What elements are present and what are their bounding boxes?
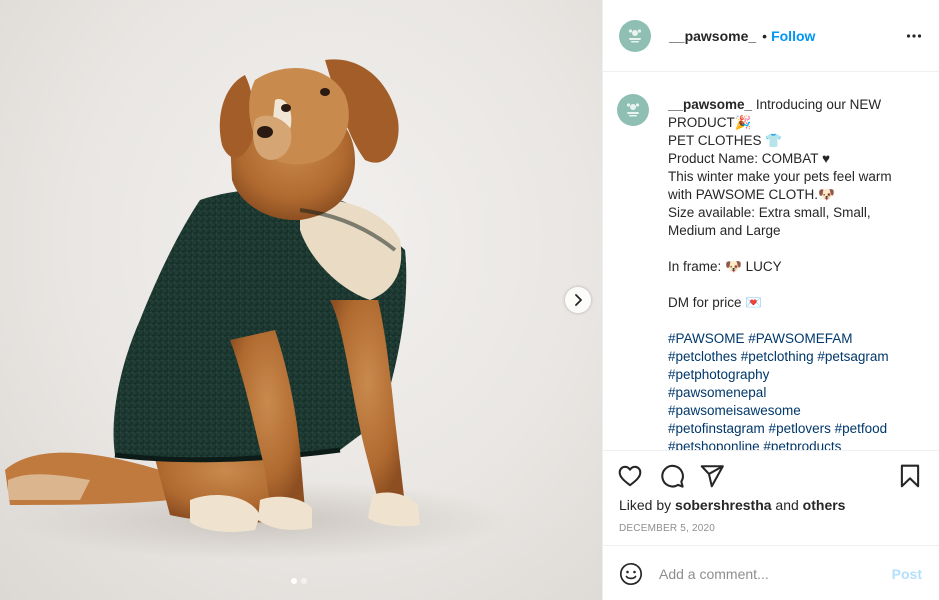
caption-line: with PAWSOME CLOTH.🐶 (668, 187, 835, 202)
likes-summary: Liked by sobershrestha and others (619, 497, 845, 513)
hashtag-line[interactable]: #petofinstagram #petlovers #petfood (668, 420, 918, 438)
post-image[interactable] (0, 0, 602, 600)
caption-line: In frame: 🐶 LUCY (668, 259, 782, 274)
caption-scroll-area[interactable]: __pawsome_ Introducing our NEW PRODUCT🎉 … (603, 72, 939, 450)
share-icon[interactable] (699, 463, 725, 489)
hashtag-line[interactable]: #pawsomenepal (668, 384, 918, 402)
pawsome-logo-icon (628, 28, 642, 42)
caption-line: DM for price 💌 (668, 295, 763, 310)
post-date[interactable]: DECEMBER 5, 2020 (619, 523, 715, 534)
likes-and: and (775, 497, 799, 513)
emoji-icon[interactable] (619, 562, 643, 586)
follow-button[interactable]: Follow (771, 28, 815, 44)
caption-line: Size available: Extra small, Small, (668, 205, 871, 220)
header-username[interactable]: __pawsome_ (669, 28, 756, 44)
carousel-dot-active (291, 578, 297, 584)
post-header: __pawsome_ • Follow (603, 0, 939, 72)
chevron-right-icon (575, 294, 582, 306)
liker-username[interactable]: sobershrestha (675, 497, 771, 513)
carousel-indicator (291, 578, 307, 584)
more-horizontal-icon[interactable] (906, 28, 922, 44)
post-actions: Liked by sobershrestha and others DECEMB… (603, 450, 939, 545)
next-slide-button[interactable] (565, 287, 591, 313)
caption-line: Product Name: COMBAT ♥ (668, 151, 831, 166)
pawsome-logo-icon (626, 103, 640, 117)
comment-input[interactable] (659, 563, 879, 585)
separator-dot: • (762, 27, 768, 44)
comment-bar: Post (603, 545, 939, 600)
caption-text: Introducing our NEW (755, 97, 882, 112)
hashtag-line[interactable]: #petclothes #petclothing #petsagram (668, 348, 918, 366)
post-comment-button[interactable]: Post (892, 566, 922, 582)
comment-icon[interactable] (659, 463, 685, 489)
likes-others-link[interactable]: others (803, 497, 846, 513)
hashtag-line[interactable]: #PAWSOME #PAWSOMEFAM (668, 330, 918, 348)
caption-line: Medium and Large (668, 223, 781, 238)
hashtag-line[interactable]: #petphotography (668, 366, 918, 384)
post-caption: __pawsome_ Introducing our NEW PRODUCT🎉 … (668, 96, 918, 450)
heart-icon[interactable] (617, 463, 643, 489)
hashtag-line[interactable]: #petshoponline #petproducts (668, 438, 918, 450)
dog-photo (5, 59, 510, 560)
caption-line: PRODUCT🎉 (668, 115, 752, 130)
caption-line: This winter make your pets feel warm (668, 169, 892, 184)
likes-prefix: Liked by (619, 497, 672, 513)
carousel-dot (301, 578, 307, 584)
bookmark-icon[interactable] (897, 463, 923, 489)
hashtag-line[interactable]: #pawsomeisawesome (668, 402, 918, 420)
avatar[interactable] (619, 19, 651, 52)
caption-username[interactable]: __pawsome_ (668, 97, 752, 112)
caption-line: __pawsome_ Introducing our NEW (668, 96, 918, 114)
post-side-panel: __pawsome_ • Follow __pawsome_ Introduci… (602, 0, 939, 600)
caption-line: PET CLOTHES 👕 (668, 133, 783, 148)
caption-avatar[interactable] (617, 94, 649, 126)
